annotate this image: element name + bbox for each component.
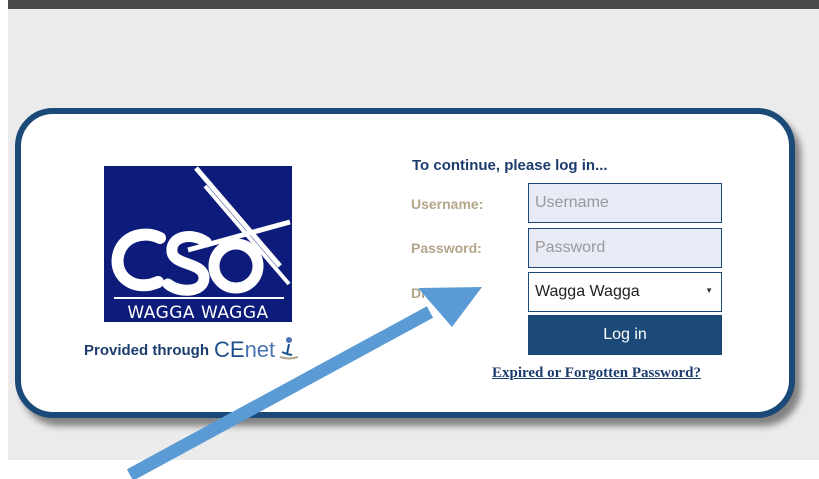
password-input[interactable]: [528, 228, 722, 268]
diocese-label: Dio: [411, 285, 434, 301]
username-input[interactable]: [528, 183, 722, 223]
login-button[interactable]: Log in: [528, 315, 722, 355]
cenet-brand-net: net: [244, 337, 276, 362]
password-label: Password:: [411, 240, 482, 256]
cenet-figure-icon: [278, 336, 300, 365]
forgot-password-link[interactable]: Expired or Forgotten Password?: [492, 365, 701, 382]
caret-down-icon: ▼: [705, 286, 713, 295]
diocese-select[interactable]: Wagga Wagga ▼: [528, 272, 722, 312]
provided-through: Provided through CEnet: [84, 335, 300, 365]
cso-logo: WAGGA WAGGA: [104, 166, 292, 322]
cenet-brand: CEnet: [214, 339, 275, 361]
top-bar: [8, 0, 819, 9]
diocese-select-value: Wagga Wagga: [535, 283, 640, 300]
cenet-brand-ce: CE: [214, 337, 245, 362]
form-title: To continue, please log in...: [412, 157, 608, 174]
logo-caption: WAGGA WAGGA: [127, 303, 268, 322]
cso-logo-graphic: WAGGA WAGGA: [111, 166, 291, 322]
provided-text: Provided through: [84, 341, 209, 359]
username-label: Username:: [411, 196, 484, 212]
